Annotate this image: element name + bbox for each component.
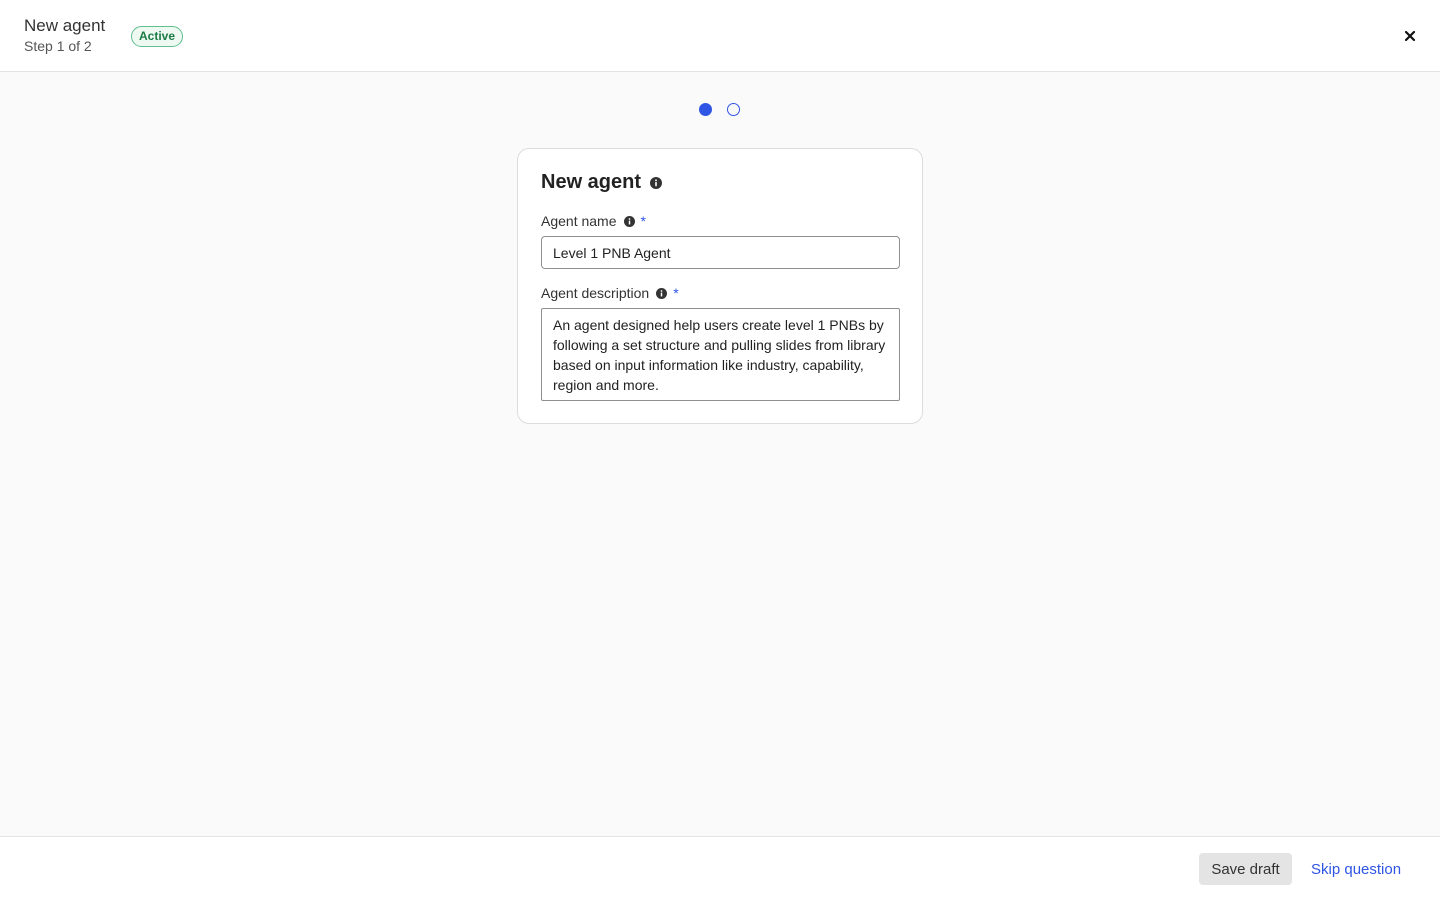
info-icon[interactable]	[656, 287, 668, 299]
page-title: New agent	[24, 16, 106, 35]
close-button[interactable]	[1400, 26, 1420, 46]
agent-name-input[interactable]	[541, 236, 900, 269]
agent-description-textarea[interactable]: An agent designed help users create leve…	[541, 308, 900, 401]
info-icon[interactable]	[650, 176, 663, 189]
agent-description-label: Agent description *	[541, 285, 679, 301]
close-icon	[1404, 30, 1416, 42]
form-title: New agent	[541, 171, 663, 194]
save-draft-button[interactable]: Save draft	[1199, 853, 1292, 885]
header: New agent Step 1 of 2 Active	[0, 0, 1440, 72]
footer: Save draft Skip question	[0, 836, 1440, 900]
form-title-text: New agent	[541, 171, 642, 193]
required-marker: *	[673, 285, 679, 301]
agent-description-label-text: Agent description	[541, 285, 650, 301]
status-badge: Active	[131, 26, 184, 47]
agent-name-label-text: Agent name	[541, 213, 617, 229]
step-dot-2[interactable]	[727, 103, 740, 116]
required-marker: *	[640, 213, 646, 229]
agent-name-label: Agent name *	[541, 213, 646, 229]
step-dot-1[interactable]	[699, 103, 712, 116]
stepper	[699, 103, 740, 117]
agent-form-card: New agent Agent name * Agent description…	[517, 148, 923, 424]
skip-question-link[interactable]: Skip question	[1311, 861, 1401, 878]
info-icon[interactable]	[623, 215, 635, 227]
step-indicator-text: Step 1 of 2	[24, 38, 92, 54]
